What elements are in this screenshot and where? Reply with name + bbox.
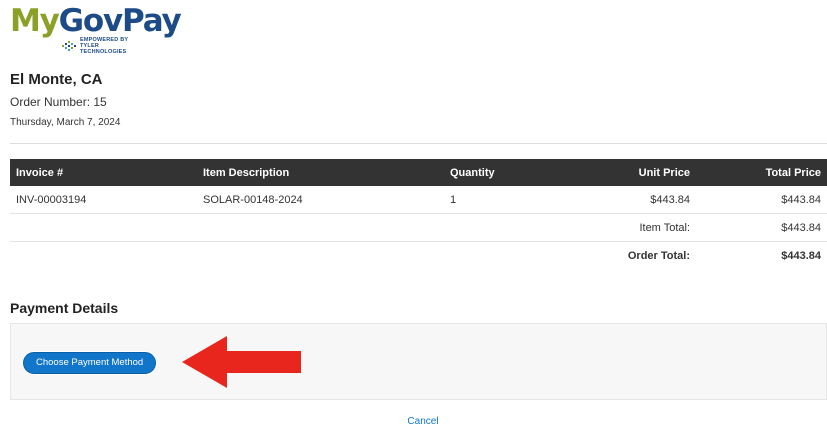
invoice-table: Invoice # Item Description Quantity Unit…: [10, 159, 827, 269]
city-name: El Monte, CA: [10, 71, 103, 88]
logo-part-my: My: [10, 3, 60, 39]
order-total-row: Order Total: $443.84: [10, 242, 827, 270]
header-divider: [10, 143, 827, 144]
cell-quantity: 1: [444, 186, 586, 214]
red-arrow-icon: [182, 336, 301, 388]
tyler-mark-icon: [62, 41, 76, 51]
logo-part-govpay: GovPay: [58, 3, 182, 39]
logo-wordmark: MyGovPay: [10, 3, 182, 39]
powered-by-line2: Tyler Technologies: [80, 43, 127, 55]
table-row: INV-00003194 SOLAR-00148-2024 1 $443.84 …: [10, 186, 827, 214]
cell-total-price: $443.84: [696, 186, 827, 214]
col-header-description: Item Description: [203, 166, 290, 179]
mygovpay-logo: MyGovPay: [10, 3, 182, 39]
order-number: Order Number: 15: [10, 95, 107, 109]
col-header-quantity: Quantity: [450, 166, 495, 179]
order-total-label: Order Total:: [627, 249, 690, 262]
cell-invoice: INV-00003194: [10, 186, 197, 214]
col-header-invoice: Invoice #: [16, 166, 64, 179]
cancel-link[interactable]: Cancel: [0, 416, 827, 427]
order-total-value: $443.84: [781, 249, 821, 262]
order-date: Thursday, March 7, 2024: [10, 117, 121, 128]
payment-details-title: Payment Details: [10, 300, 119, 316]
cell-unit-price: $443.84: [586, 186, 696, 214]
table-header-row: Invoice # Item Description Quantity Unit…: [10, 159, 827, 186]
cell-description: SOLAR-00148-2024: [197, 186, 444, 214]
powered-by-tyler: Empowered by Tyler Technologies: [62, 37, 140, 55]
item-total-value: $443.84: [696, 213, 827, 242]
col-header-total-price: Total Price: [765, 166, 821, 179]
payment-details-panel: Choose Payment Method: [10, 323, 827, 400]
choose-payment-method-button[interactable]: Choose Payment Method: [23, 352, 157, 374]
item-total-label: Item Total:: [586, 213, 696, 242]
item-total-row: Item Total: $443.84: [10, 213, 827, 242]
col-header-unit-price: Unit Price: [638, 166, 690, 179]
